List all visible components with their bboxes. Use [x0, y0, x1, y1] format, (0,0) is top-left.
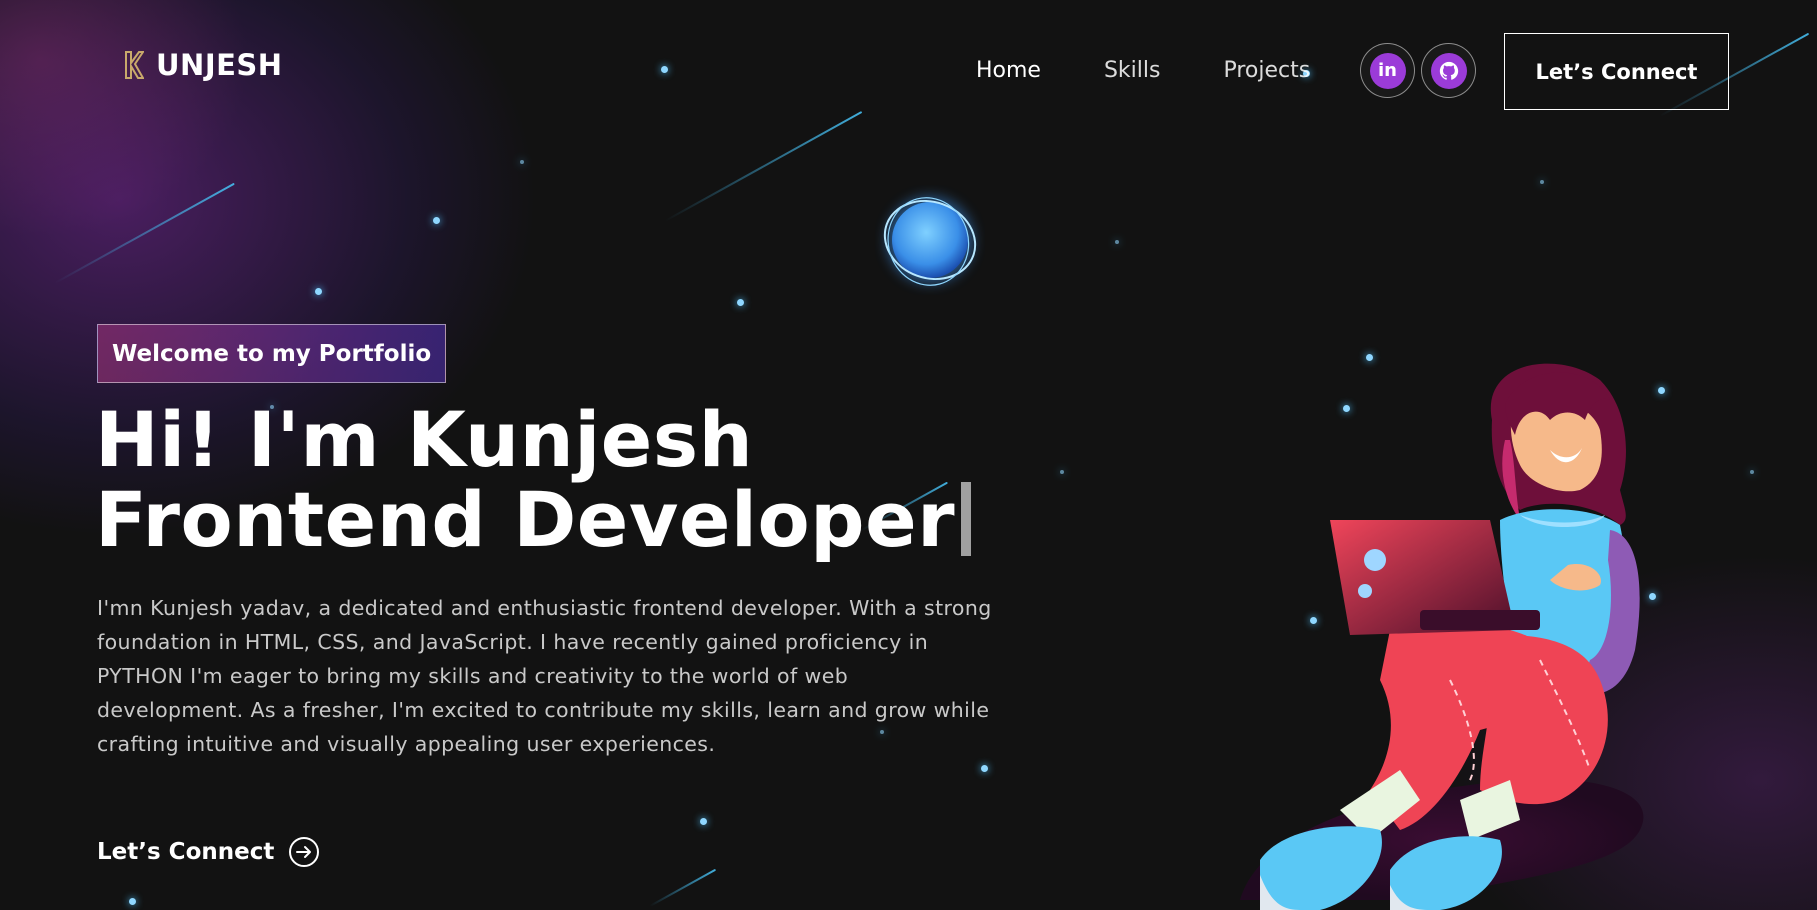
star [737, 299, 744, 306]
linkedin-link[interactable]: in [1360, 43, 1415, 98]
star [1540, 180, 1544, 184]
hero-title: Hi! I'm Kunjesh Frontend Developer [95, 395, 972, 560]
typing-cursor [961, 482, 972, 556]
github-link[interactable] [1421, 43, 1476, 98]
nav-link-skills[interactable]: Skills [1104, 58, 1161, 83]
github-icon [1430, 52, 1467, 89]
developer-illustration [1240, 363, 1644, 910]
star [315, 288, 322, 295]
logo-text: UNJESH [156, 48, 283, 82]
hero-connect-button[interactable]: Let’s Connect [97, 836, 320, 868]
star [981, 765, 988, 772]
welcome-tagline: Welcome to my Portfolio [97, 324, 447, 383]
hero-description: I'mn Kunjesh yadav, a dedicated and enth… [97, 596, 992, 756]
shooting-star [54, 182, 235, 284]
shooting-star [649, 868, 717, 907]
hero-title-greeting: Hi! I'm Kunjesh [95, 395, 754, 484]
star [700, 818, 707, 825]
nav-connect-button[interactable]: Let’s Connect [1504, 33, 1729, 110]
hero-title-role: Frontend Developer [95, 475, 956, 564]
nav-link-projects[interactable]: Projects [1223, 58, 1310, 83]
nav-links: Home Skills Projects [976, 58, 1310, 83]
star [433, 217, 440, 224]
logo-k-icon [125, 51, 144, 79]
star [1115, 240, 1119, 244]
linkedin-icon: in [1369, 52, 1406, 89]
star [1750, 470, 1754, 474]
star [1060, 470, 1064, 474]
brand-logo[interactable]: UNJESH [124, 48, 283, 82]
star [520, 160, 524, 164]
planet-icon [883, 196, 977, 286]
hero-title-role-line: Frontend Developer [95, 480, 972, 560]
nav-link-home[interactable]: Home [976, 58, 1041, 83]
hero-connect-label: Let’s Connect [97, 839, 275, 865]
star [129, 898, 136, 905]
arrow-right-circle-icon [289, 837, 320, 867]
navbar: UNJESH Home Skills Projects in Let’s Con… [0, 0, 1817, 140]
